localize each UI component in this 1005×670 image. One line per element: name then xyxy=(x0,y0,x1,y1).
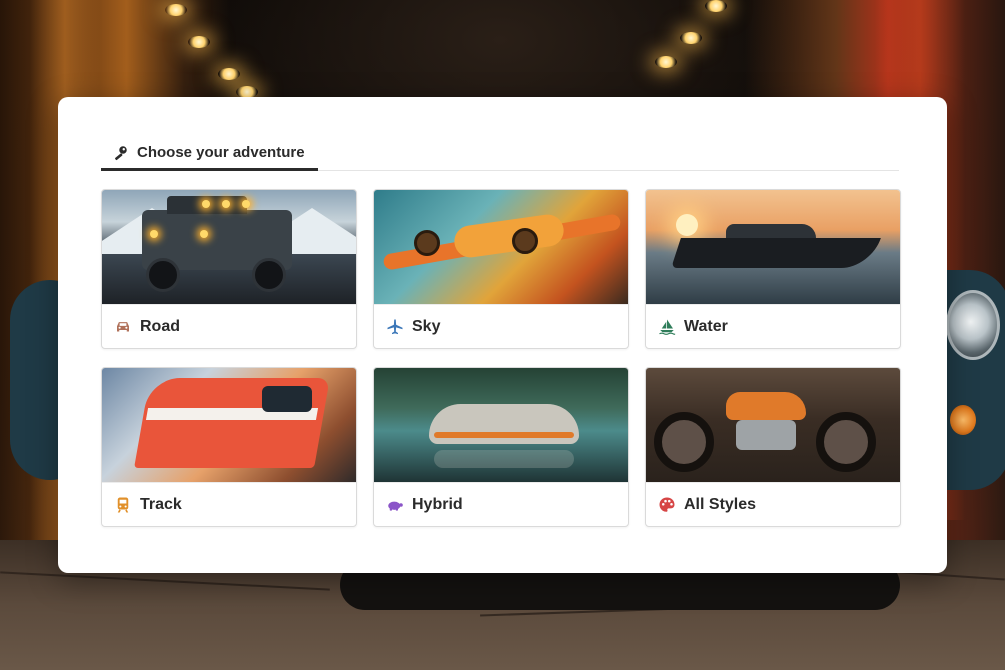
car-reflection xyxy=(434,450,574,468)
card-label: Water xyxy=(684,318,728,335)
truck-light xyxy=(242,200,250,208)
sky-thumbnail xyxy=(374,190,628,304)
palette-icon xyxy=(659,497,675,512)
sailboat-icon xyxy=(659,319,676,335)
card-footer: Hybrid xyxy=(374,482,628,526)
train-window xyxy=(262,386,312,412)
ceiling-lamp xyxy=(218,68,240,80)
plane-propeller xyxy=(414,230,440,256)
category-grid: Road Sky Water Track Hybrid All Styles xyxy=(101,189,901,527)
ceiling-lamp xyxy=(680,32,702,44)
turtle-icon xyxy=(388,501,403,511)
plane-fuselage xyxy=(452,212,566,260)
sun xyxy=(676,214,698,236)
card-label: Road xyxy=(140,318,180,335)
card-label: Track xyxy=(140,496,182,513)
motorcycle-tank xyxy=(726,392,806,420)
category-card-road[interactable]: Road xyxy=(101,189,357,349)
motorcycle-engine xyxy=(736,420,796,450)
truck-light xyxy=(222,200,230,208)
motorcycle-wheel xyxy=(816,412,876,472)
category-card-hybrid[interactable]: Hybrid xyxy=(373,367,629,527)
all-styles-thumbnail xyxy=(646,368,900,482)
ceiling-lamp xyxy=(705,0,727,12)
card-footer: Water xyxy=(646,304,900,348)
hybrid-thumbnail xyxy=(374,368,628,482)
key-icon xyxy=(115,145,127,160)
tab-label: Choose your adventure xyxy=(137,144,305,161)
card-footer: Road xyxy=(102,304,356,348)
truck-light xyxy=(200,230,208,238)
plane-propeller xyxy=(512,228,538,254)
road-thumbnail xyxy=(102,190,356,304)
card-footer: Sky xyxy=(374,304,628,348)
tab-bar: Choose your adventure xyxy=(101,137,899,171)
card-footer: Track xyxy=(102,482,356,526)
car-stripe xyxy=(434,432,574,438)
card-footer: All Styles xyxy=(646,482,900,526)
floor-crack xyxy=(0,571,330,591)
card-label: Hybrid xyxy=(412,496,463,513)
water-thumbnail xyxy=(646,190,900,304)
track-thumbnail xyxy=(102,368,356,482)
ceiling-lamp xyxy=(188,36,210,48)
card-label: All Styles xyxy=(684,496,757,513)
category-card-sky[interactable]: Sky xyxy=(373,189,629,349)
category-card-all-styles[interactable]: All Styles xyxy=(645,367,901,527)
ceiling-lamp xyxy=(655,56,677,68)
card-label: Sky xyxy=(412,318,441,335)
train-icon xyxy=(117,497,129,513)
truck-light xyxy=(150,230,158,238)
motorcycle-wheel xyxy=(654,412,714,472)
airplane-icon xyxy=(387,319,403,335)
ceiling-lamp xyxy=(165,4,187,16)
truck-light xyxy=(202,200,210,208)
truck-wheel xyxy=(252,258,286,292)
car-headlight xyxy=(946,290,1000,360)
car-icon xyxy=(117,322,129,332)
category-card-track[interactable]: Track xyxy=(101,367,357,527)
tab-choose-your-adventure[interactable]: Choose your adventure xyxy=(101,137,318,171)
yacht-hull xyxy=(671,238,881,268)
concept-car xyxy=(429,404,579,444)
truck-wheel xyxy=(146,258,180,292)
car-indicator-light xyxy=(950,405,976,435)
category-card-water[interactable]: Water xyxy=(645,189,901,349)
adventure-panel: Choose your adventure Road Sky Water Tra… xyxy=(58,97,947,573)
